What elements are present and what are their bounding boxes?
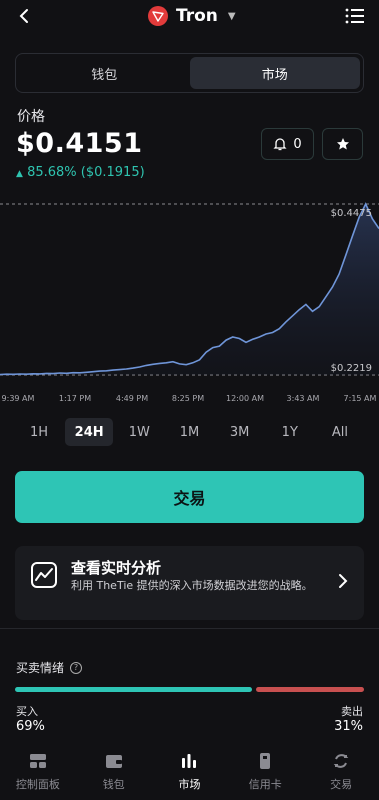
price-chart-svg: $0.4475 $0.2219 9:39 AM 1:17 PM 4:49 PM 8:2… (0, 202, 379, 403)
price-alert-button[interactable]: 0 (261, 128, 314, 160)
chevron-left-icon (19, 9, 28, 23)
card-description: 利用 TheTie 提供的深入市场数据改进您的战略。 (71, 579, 313, 592)
favorite-button[interactable] (322, 128, 363, 160)
sell-bar (255, 687, 364, 692)
range-1h[interactable]: 1H (15, 418, 63, 446)
star-icon (336, 138, 349, 150)
x-tick-label: 8:25 PM (172, 394, 204, 403)
tab-card-nav[interactable]: 信用卡 (227, 746, 303, 800)
range-24h[interactable]: 24H (65, 418, 114, 446)
card-icon (260, 753, 271, 769)
sell-label: 卖出 (341, 705, 363, 718)
coin-selector[interactable]: Tron ▼ (148, 4, 236, 28)
range-all[interactable]: All (316, 418, 364, 446)
list-menu-button[interactable] (345, 7, 365, 25)
price-chart[interactable]: $0.4475 $0.2219 9:39 AM 1:17 PM 4:49 PM 8:2… (0, 195, 379, 405)
wallet-market-toggle: 钱包 市场 (15, 53, 364, 93)
tab-trade-label: 交易 (330, 778, 353, 791)
x-tick-label: 1:17 PM (59, 394, 91, 403)
help-icon[interactable]: ? (70, 661, 83, 674)
section-divider (0, 628, 379, 629)
x-tick-label: 9:39 AM (2, 394, 35, 403)
buy-value: 69% (16, 719, 45, 734)
tab-wallet-label: 钱包 (102, 778, 125, 791)
trade-button[interactable]: 交易 (15, 471, 364, 523)
tab-trade-nav[interactable]: 交易 (303, 746, 379, 800)
chart-line-icon (31, 562, 57, 588)
realtime-analysis-card[interactable]: 查看实时分析 利用 TheTie 提供的深入市场数据改进您的战略。 (15, 546, 364, 620)
tab-market-label: 市场 (178, 778, 201, 791)
alert-count: 0 (293, 136, 302, 152)
sentiment-title: 买卖情绪 ? (16, 659, 83, 676)
dashboard-icon (29, 754, 46, 768)
range-1w[interactable]: 1W (115, 418, 163, 446)
sentiment-title-text: 买卖情绪 (16, 661, 65, 675)
time-range-selector: 1H 24H 1W 1M 3M 1Y All (15, 418, 364, 446)
x-axis-ticks: 9:39 AM 1:17 PM 4:49 PM 8:25 PM 12:00 AM 3:43… (2, 394, 377, 403)
tab-market-nav[interactable]: 市场 (152, 746, 228, 800)
header: Tron ▼ (0, 0, 379, 34)
bottom-tab-bar: 控制面板 钱包 市场 信用卡 交易 (0, 746, 379, 800)
price-area (0, 204, 379, 375)
x-tick-label: 3:43 AM (287, 394, 320, 403)
high-reference-label: $0.4475 (331, 208, 372, 219)
range-1m[interactable]: 1M (165, 418, 213, 446)
up-triangle-icon: ▲ (16, 169, 23, 179)
price-label: 价格 (17, 109, 45, 125)
sell-value: 31% (334, 719, 363, 734)
card-title: 查看实时分析 (71, 559, 162, 577)
range-3m[interactable]: 3M (216, 418, 264, 446)
tab-dashboard-label: 控制面板 (15, 778, 60, 791)
tab-card-label: 信用卡 (248, 778, 282, 791)
range-1y[interactable]: 1Y (266, 418, 314, 446)
x-tick-label: 7:15 AM (344, 394, 377, 403)
price-change: ▲ 85.68% ($0.1915) (16, 165, 145, 180)
x-tick-label: 12:00 AM (226, 394, 264, 403)
tab-wallet-nav[interactable]: 钱包 (76, 746, 152, 800)
market-icon (182, 754, 197, 768)
page-title: Tron (176, 6, 218, 26)
buy-bar (15, 687, 252, 692)
trade-icon (333, 754, 349, 768)
tab-wallet[interactable]: 钱包 (19, 57, 190, 89)
buy-label: 买入 (16, 705, 38, 718)
back-button[interactable] (14, 5, 36, 27)
tab-market[interactable]: 市场 (189, 57, 360, 89)
chevron-right-icon (338, 573, 348, 593)
tron-logo-icon (148, 6, 168, 26)
list-icon (345, 8, 364, 24)
price-change-text: 85.68% ($0.1915) (27, 165, 145, 180)
low-reference-label: $0.2219 (331, 363, 372, 374)
sentiment-bar (15, 687, 364, 692)
chevron-down-icon: ▼ (227, 10, 236, 22)
bell-icon (273, 138, 287, 151)
price-value: $0.4151 (16, 128, 143, 159)
tab-dashboard[interactable]: 控制面板 (0, 746, 76, 800)
x-tick-label: 4:49 PM (116, 394, 148, 403)
wallet-icon (105, 755, 122, 768)
